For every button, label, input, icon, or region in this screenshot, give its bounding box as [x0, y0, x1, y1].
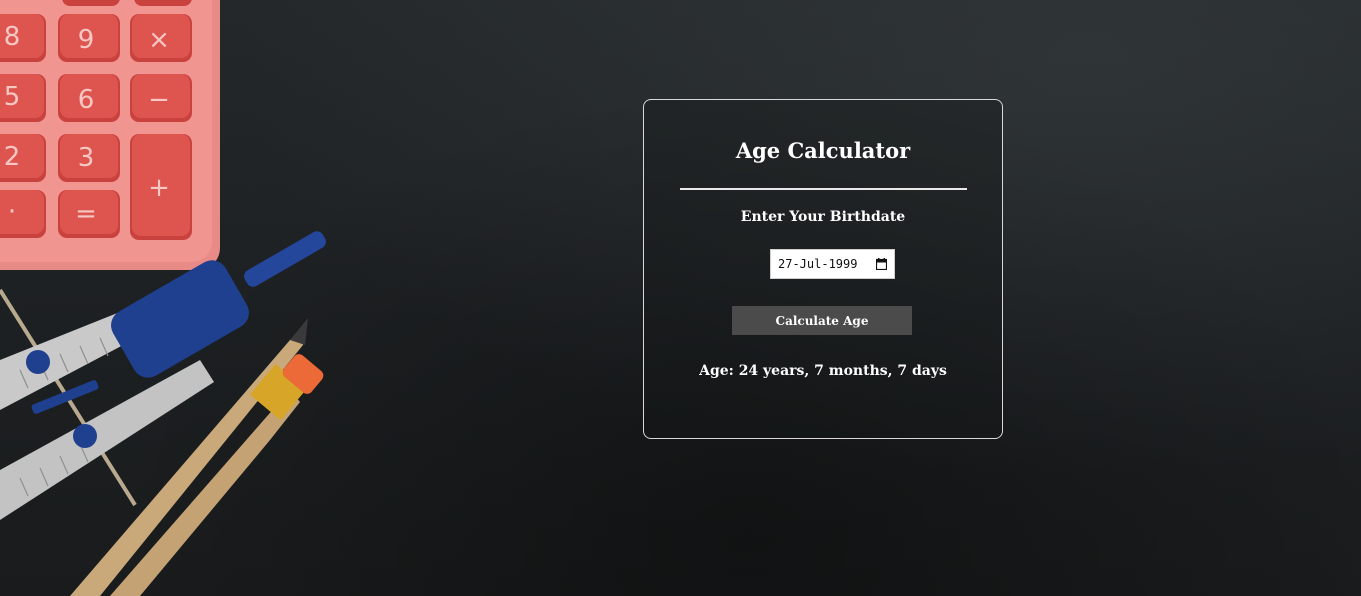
pencils: [70, 318, 324, 596]
calculate-age-button[interactable]: Calculate Age: [732, 306, 912, 335]
calc-key-3: 3: [78, 143, 95, 173]
birthdate-label: Enter Your Birthdate: [740, 209, 906, 225]
age-calculator-card: Age Calculator Enter Your Birthdate 27-J…: [643, 99, 1003, 439]
desk-illustration: 8 9 × 5 6 − 2 3 + · =: [0, 0, 326, 596]
calc-key-times: ×: [148, 25, 170, 55]
page-title: Age Calculator: [735, 138, 911, 163]
title-divider: [680, 188, 967, 190]
birthdate-input[interactable]: 27-Jul-1999: [770, 249, 895, 279]
calc-key-6: 6: [78, 85, 95, 115]
calc-key-plus: +: [148, 173, 170, 203]
calc-key-2: 2: [4, 142, 21, 172]
calc-key-8: 8: [4, 22, 21, 52]
calc-key-equals: =: [75, 199, 97, 229]
birthdate-value: 27-Jul-1999: [778, 257, 858, 271]
calc-key-5: 5: [4, 82, 21, 112]
calculator: 8 9 × 5 6 − 2 3 + · =: [0, 0, 220, 270]
calc-key-dot: ·: [8, 197, 16, 227]
calc-key-9: 9: [78, 25, 95, 55]
calendar-icon[interactable]: [876, 258, 887, 270]
age-result: Age: 24 years, 7 months, 7 days: [699, 363, 947, 379]
calc-key-minus: −: [148, 85, 170, 115]
